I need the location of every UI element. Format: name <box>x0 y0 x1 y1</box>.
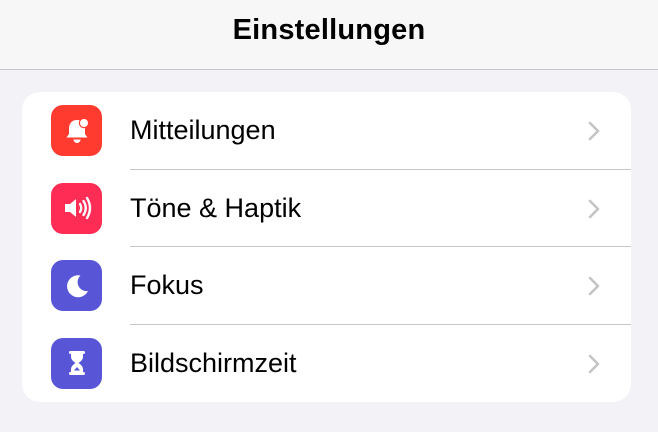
settings-item-fokus[interactable]: Fokus <box>22 247 631 325</box>
chevron-right-icon <box>588 121 600 141</box>
settings-item-bildschirmzeit[interactable]: Bildschirmzeit <box>22 325 631 403</box>
chevron-right-icon <box>588 354 600 373</box>
moon-icon <box>51 260 102 311</box>
settings-item-toene-haptik[interactable]: Töne & Haptik <box>22 170 631 247</box>
settings-item-mitteilungen[interactable]: Mitteilungen <box>22 92 631 170</box>
navigation-bar: Einstellungen <box>0 0 658 70</box>
speaker-icon <box>51 182 102 234</box>
bell-icon <box>51 105 102 156</box>
chevron-right-icon <box>588 276 600 296</box>
hourglass-icon <box>51 337 102 389</box>
settings-item-label: Bildschirmzeit <box>130 347 297 378</box>
settings-item-label: Töne & Haptik <box>130 192 302 223</box>
settings-group: Mitteilungen Töne & Haptik Fokus Bildsch… <box>22 92 631 402</box>
settings-item-label: Fokus <box>130 270 204 300</box>
chevron-right-icon <box>588 199 600 218</box>
settings-item-label: Mitteilungen <box>130 115 276 145</box>
page-title: Einstellungen <box>232 14 426 46</box>
